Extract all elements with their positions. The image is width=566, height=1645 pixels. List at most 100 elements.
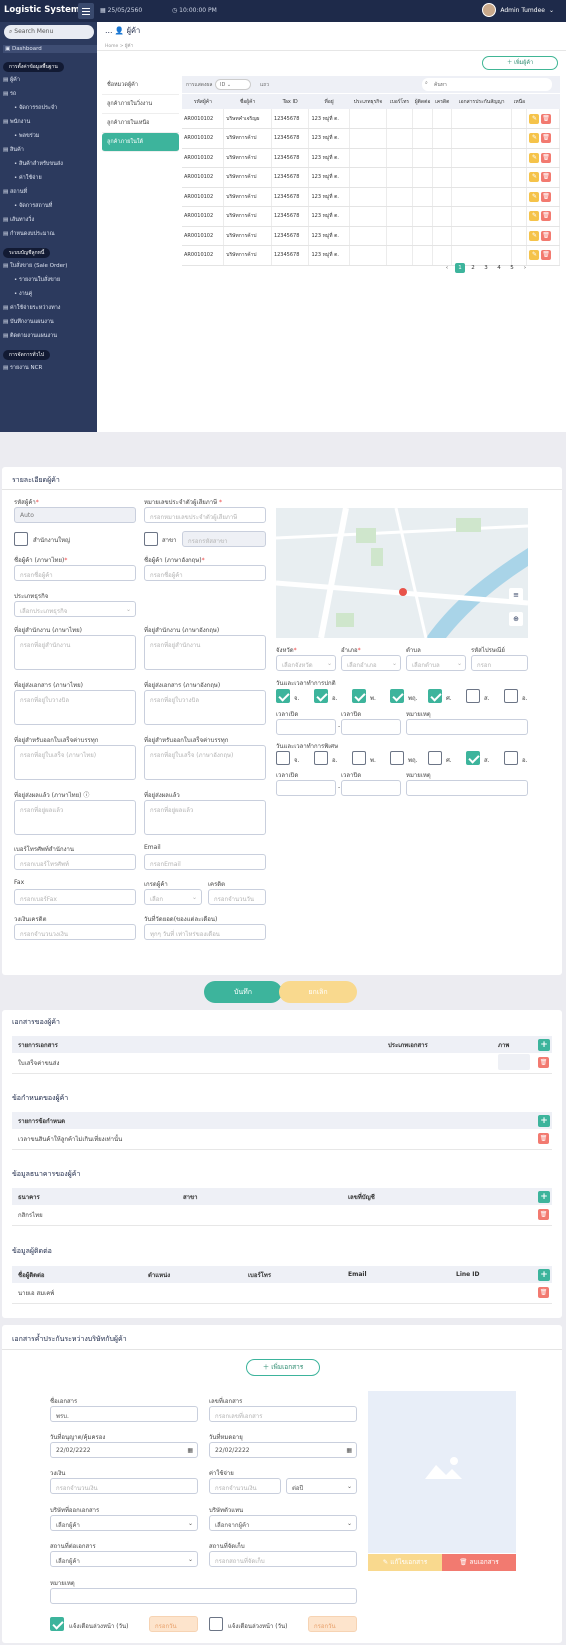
invoice-address-en[interactable]: กรอกที่อยู่ใบเสร็จ (ภาษาอังกฤษ)	[144, 745, 266, 780]
sidebar-item[interactable]: ▤ กำหนดงบประมาณ	[3, 230, 55, 238]
map-layers-icon[interactable]: ≡	[509, 588, 523, 602]
day-checkbox[interactable]	[466, 689, 480, 703]
day-checkbox[interactable]	[314, 751, 328, 765]
sidebar-subitem[interactable]: • รายงานใบสั่งขาย	[14, 276, 60, 284]
day-checkbox[interactable]	[314, 689, 328, 703]
table-row[interactable]: AR0010102 บริษทคำเจริญผ 12345678 123 หมู่ที…	[182, 109, 560, 129]
sidebar-subitem[interactable]: • สินค้าสำหรับขนส่ง	[14, 160, 63, 168]
office-address-en[interactable]: กรอกที่อยู่สำนักงาน	[144, 635, 266, 670]
table-row[interactable]: AR0010102 บริษัทการค้าบ่ 12345678 123 หมู่ท…	[182, 226, 560, 246]
add-document-button[interactable]: +	[538, 1038, 550, 1051]
trash-icon[interactable]: 🗑	[538, 1209, 549, 1221]
add-bank-button[interactable]: +	[538, 1190, 550, 1203]
column-header[interactable]: รหัสผู้ค้า	[182, 94, 224, 109]
sidebar-item[interactable]: ▤ เส้นทางวิ่ง	[3, 216, 34, 224]
table-search-input[interactable]: ⌕ ค้นหา	[422, 78, 552, 91]
business-type-select[interactable]: เลือกประเภทธุรกิจ ⌄	[14, 601, 136, 617]
zip-field[interactable]: กรอก	[471, 655, 528, 671]
province-select[interactable]: เลือกจังหวัด ⌄	[276, 655, 336, 671]
credit-field[interactable]: กรอกจำนวนวัน	[208, 889, 266, 905]
day-checkbox[interactable]	[352, 751, 366, 765]
edit-document-button[interactable]: ✎ แก้ไขเอกสาร	[368, 1554, 442, 1571]
page-number[interactable]: 5	[507, 263, 517, 273]
page-number[interactable]: 4	[494, 263, 504, 273]
column-header[interactable]: ชื่อผู้ค้า	[223, 94, 272, 109]
tax-id-field[interactable]: กรอกหมายเลขประจำตัวผู้เสียภาษี	[144, 507, 266, 523]
tab-category[interactable]: ชื่อหมวดผู้ค้า	[102, 76, 179, 95]
add-contact-button[interactable]: +	[538, 1268, 550, 1281]
trash-icon[interactable]: 🗑	[541, 211, 552, 222]
sidebar-item[interactable]: ▤ รายงาน NCR	[3, 364, 42, 372]
edit-icon[interactable]: ✎	[529, 211, 540, 222]
expire-date-field[interactable]: 22/02/2222 ▦	[209, 1442, 357, 1458]
edit-icon[interactable]: ✎	[529, 133, 540, 144]
day-checkbox[interactable]	[276, 751, 290, 765]
edit-icon[interactable]: ✎	[529, 230, 540, 241]
name-th-field[interactable]: กรอกชื่อผู้ค้า	[14, 565, 136, 581]
trash-icon[interactable]: 🗑	[541, 172, 552, 183]
district-select[interactable]: เลือกอำเภอ ⌄	[341, 655, 401, 671]
trash-icon[interactable]: 🗑	[538, 1287, 549, 1299]
tab-category-active[interactable]: ลูกค้าภายในใต้	[102, 133, 179, 152]
day-checkbox[interactable]	[390, 751, 404, 765]
doc-address-en[interactable]: กรอกที่อยู่ใบวางบิล	[144, 690, 266, 725]
menu-search-input[interactable]: ⌕ Search Menu	[4, 25, 94, 39]
trash-icon[interactable]: 🗑	[541, 191, 552, 202]
sidebar-subitem[interactable]: • พลขร่วม	[14, 132, 39, 140]
trash-icon[interactable]: 🗑	[541, 113, 552, 124]
display-select[interactable]: ID ⌄	[215, 79, 251, 90]
column-header[interactable]: เหนือ	[511, 94, 527, 109]
notify-days-field-1[interactable]: กรอกวัน	[149, 1616, 198, 1632]
edit-icon[interactable]: ✎	[529, 172, 540, 183]
edit-icon[interactable]: ✎	[529, 113, 540, 124]
doc-number-field[interactable]: กรอกเลขที่เอกสาร	[209, 1406, 357, 1422]
invoice-address-th[interactable]: กรอกที่อยู่ใบเสร็จ (ภาษาไทย)	[14, 745, 136, 780]
breadcrumb[interactable]: Home > ผู้ค้า	[105, 42, 133, 49]
branch-field[interactable]: กรอกรหัสสาขา	[182, 531, 266, 547]
menu-toggle-icon[interactable]	[78, 3, 94, 19]
sidebar-item[interactable]: ▤ ใบสั่งขาย (Sale Order)	[3, 262, 67, 270]
sidebar-item[interactable]: ▤ ผู้ค้า	[3, 76, 20, 84]
column-header[interactable]: ประเภทธุรกิจ	[349, 94, 387, 109]
trash-icon[interactable]: 🗑	[541, 152, 552, 163]
headquarter-checkbox[interactable]	[14, 532, 28, 546]
normal-note-field[interactable]	[406, 719, 528, 735]
ship-address-th[interactable]: กรอกที่อยู่ผลแล้ว	[14, 800, 136, 835]
edit-icon[interactable]: ✎	[529, 152, 540, 163]
sidebar-subitem[interactable]: • งานคู่	[14, 290, 32, 298]
edit-icon[interactable]: ✎	[529, 191, 540, 202]
column-header[interactable]: Tax ID	[271, 94, 309, 109]
trash-icon[interactable]: 🗑	[538, 1057, 549, 1069]
storage-field[interactable]: กรอกสถานที่จัดเก็บ	[209, 1551, 357, 1567]
add-rule-button[interactable]: +	[538, 1114, 550, 1127]
save-button[interactable]: บันทึก	[204, 981, 282, 1003]
day-checkbox[interactable]	[390, 689, 404, 703]
agent-select[interactable]: เลือกจากผู้ค้า ⌄	[209, 1515, 357, 1531]
name-en-field[interactable]: กรอกชื่อผู้ค้า	[144, 565, 266, 581]
sidebar-item[interactable]: ▤ ติดตามงานแผนงาน	[3, 332, 57, 340]
trash-icon[interactable]: 🗑	[538, 1133, 549, 1145]
table-row[interactable]: AR0010102 บริษัทการค้าบ่ 12345678 123 หมู่ท…	[182, 206, 560, 227]
trash-icon[interactable]: 🗑	[541, 133, 552, 144]
day-checkbox[interactable]	[504, 689, 518, 703]
sidebar-subitem[interactable]: • ค่าใช้จ่าย	[14, 174, 42, 182]
branch-checkbox[interactable]	[144, 532, 158, 546]
next-page-icon[interactable]: ›	[520, 263, 530, 273]
trash-icon[interactable]: 🗑	[541, 250, 552, 261]
page-number[interactable]: 3	[481, 263, 491, 273]
billing-day-field[interactable]: ทุกๆ วันที่ เท่าไหร่ของเดือน	[144, 924, 266, 940]
remark-field[interactable]	[50, 1588, 357, 1604]
sidebar-item[interactable]: ▤ บันทึกงานแผนงาน	[3, 318, 54, 326]
day-checkbox[interactable]	[504, 751, 518, 765]
sidebar-item[interactable]: ▤ ค่าใช้จ่ายระหว่างทาง	[3, 304, 60, 312]
grade-select[interactable]: เลือก ⌄	[144, 889, 202, 905]
sidebar-item[interactable]: ▤ สถานที่	[3, 188, 27, 196]
table-row[interactable]: AR0010102 บริษัทการค้าบ่ 12345678 123 หมู่ท…	[182, 148, 560, 168]
place-select[interactable]: เลือกผู้ค้า ⌄	[50, 1551, 198, 1567]
table-row[interactable]: AR0010102 บริษัทการค้าบ่ 12345678 123 หมู่ท…	[182, 167, 560, 188]
tab-category[interactable]: ลูกค้าภายในเหนือ	[102, 114, 179, 133]
credit-limit-field[interactable]: กรอกจำนวนวงเงิน	[14, 924, 136, 940]
add-vendor-button[interactable]: ＋ เพิ่มผู้ค้า	[482, 56, 558, 70]
table-row[interactable]: AR0010102 บริษัทการค้าบ่ 12345678 123 หมู่ท…	[182, 187, 560, 207]
notify-checkbox-1[interactable]	[50, 1617, 64, 1631]
